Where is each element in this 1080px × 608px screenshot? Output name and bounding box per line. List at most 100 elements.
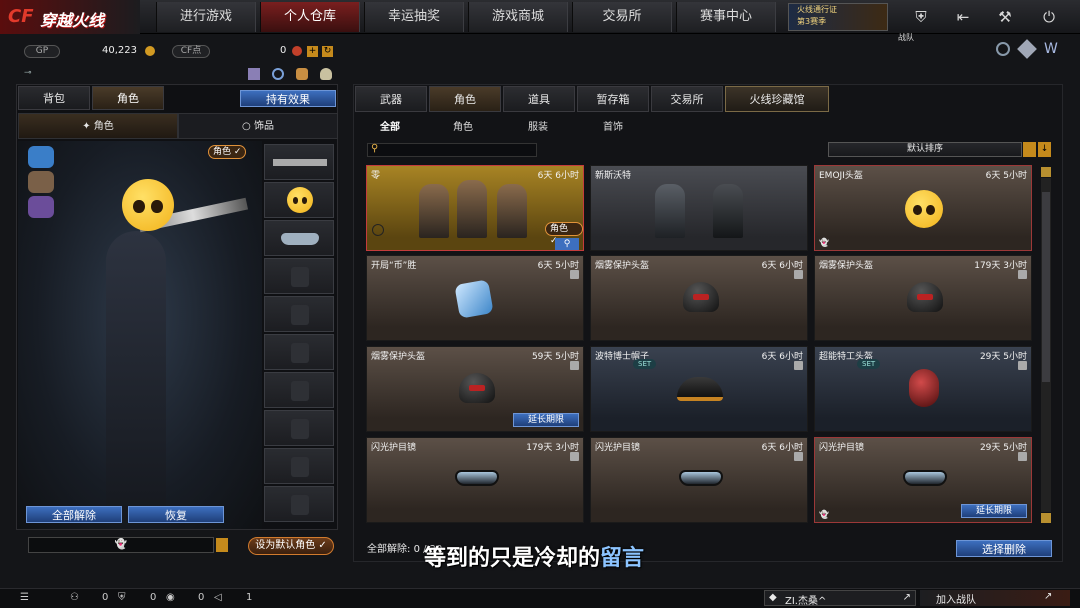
inventory-item-card[interactable]: 波特博士帽子 6天 6小时 SET <box>590 346 808 432</box>
slot-head[interactable] <box>264 182 334 218</box>
slot-hands[interactable] <box>264 372 334 408</box>
trash-icon[interactable] <box>794 361 803 370</box>
set-badge: SET <box>633 359 657 369</box>
chart-icon[interactable] <box>248 68 260 80</box>
slot-legs[interactable] <box>264 448 334 484</box>
scrollbar[interactable] <box>1041 178 1051 512</box>
shield-icon[interactable]: ⛨ <box>906 4 936 30</box>
boots-icon <box>291 495 309 515</box>
slot-back[interactable] <box>264 334 334 370</box>
search-input[interactable]: ⚲ <box>367 143 537 157</box>
rotate-icon[interactable] <box>272 68 284 80</box>
chat-user-entry[interactable]: ◆ ZI.杰桑^ ↗ <box>764 590 916 607</box>
inventory-item-card[interactable]: 闪光护目镜 29天 5小时 👻 延长期限 <box>814 437 1032 523</box>
tab-weapons[interactable]: 武器 <box>355 86 427 112</box>
filter-all[interactable]: 全部 <box>380 118 400 133</box>
inventory-item-card[interactable]: 烟雾保护头盔 179天 3小时 <box>814 255 1032 341</box>
inventory-item-card[interactable]: 开局“币”胜 6天 5小时 <box>366 255 584 341</box>
trash-icon[interactable] <box>794 270 803 279</box>
filter-role[interactable]: 角色 <box>453 118 473 133</box>
filter-jewelry[interactable]: 首饰 <box>603 118 623 133</box>
tab-roles[interactable]: 角色 <box>429 86 501 112</box>
trash-icon[interactable] <box>570 270 579 279</box>
globe-icon[interactable] <box>996 42 1010 56</box>
join-team-entry[interactable]: 加入战队 ↗ <box>920 590 1070 606</box>
trash-icon[interactable] <box>570 361 579 370</box>
expand-icon[interactable]: ↗ <box>1044 591 1052 602</box>
scrollbar-thumb[interactable] <box>1042 192 1050 382</box>
inventory-item-card[interactable]: 闪光护目镜 179天 3小时 <box>366 437 584 523</box>
trash-icon[interactable] <box>1018 452 1027 461</box>
wardrobe-icon[interactable] <box>296 68 308 80</box>
inventory-item-card[interactable]: 烟雾保护头盔 6天 6小时 <box>590 255 808 341</box>
bag-icon[interactable] <box>320 68 332 80</box>
list-icon[interactable] <box>216 538 228 552</box>
refresh-icon[interactable]: ↻ <box>322 46 333 57</box>
extend-button[interactable]: 延长期限 <box>513 413 579 427</box>
filter-clothing[interactable]: 服装 <box>528 118 548 133</box>
character-name-field[interactable]: 👻 <box>28 537 214 553</box>
nav-tab-exchange[interactable]: 交易所 <box>572 2 672 32</box>
nav-tab-lottery[interactable]: 幸运抽奖 <box>364 2 464 32</box>
speaker-icon[interactable]: ◁ <box>214 592 222 603</box>
slot-weapon[interactable] <box>264 144 334 180</box>
add-cf-button[interactable]: + <box>307 46 318 57</box>
list-view-icon[interactable] <box>1023 142 1036 157</box>
unequip-all-button[interactable]: 全部解除 <box>26 506 122 523</box>
wing-icon[interactable] <box>28 196 54 218</box>
tab-exchange[interactable]: 交易所 <box>651 86 723 112</box>
sort-dropdown[interactable]: 默认排序 <box>828 142 1022 157</box>
scroll-up-button[interactable] <box>1041 167 1051 177</box>
inventory-item-card[interactable]: 闪光护目镜 6天 6小时 <box>590 437 808 523</box>
trash-icon[interactable] <box>1018 361 1027 370</box>
menu-icon[interactable]: ☰ <box>20 592 29 603</box>
tab-collection[interactable]: 火线珍藏馆 <box>725 86 829 112</box>
nav-tab-play[interactable]: 进行游戏 <box>156 2 256 32</box>
fist-icon[interactable] <box>28 171 54 193</box>
emoji-head <box>122 179 174 231</box>
extend-button[interactable]: 延长期限 <box>961 504 1027 518</box>
trash-icon[interactable] <box>570 452 579 461</box>
slot-face[interactable] <box>264 258 334 294</box>
inventory-item-card[interactable]: EMOJI头盔 6天 5小时 👻 <box>814 165 1032 251</box>
slot-arm[interactable] <box>264 410 334 446</box>
cf-label: CF点 <box>172 45 210 58</box>
tab-storage[interactable]: 暂存箱 <box>577 86 649 112</box>
sort-order-icon[interactable]: ↓ <box>1038 142 1051 157</box>
nav-tab-events[interactable]: 赛事中心 <box>676 2 776 32</box>
slot-body[interactable] <box>264 296 334 332</box>
trash-icon[interactable] <box>794 452 803 461</box>
tab-backpack[interactable]: 背包 <box>18 86 90 110</box>
tab-character[interactable]: 角色 <box>92 86 164 110</box>
effects-button[interactable]: 持有效果 <box>240 90 336 107</box>
expand-icon[interactable]: ↗ <box>903 592 911 603</box>
slot-eyes[interactable] <box>264 220 334 256</box>
subtab-character[interactable]: ✦ 角色 <box>18 113 178 139</box>
inventory-item-card[interactable]: 烟雾保护头盔 59天 5小时 延长期限 <box>366 346 584 432</box>
friends-icon[interactable]: ⚇ <box>70 592 79 603</box>
inventory-item-card[interactable]: 超能特工头盔 29天 5小时 SET <box>814 346 1032 432</box>
tab-items[interactable]: 道具 <box>503 86 575 112</box>
magnify-icon[interactable]: ⚲ <box>555 238 579 250</box>
clan-icon[interactable]: ⛨ <box>118 592 126 603</box>
set-default-button[interactable]: 设为默认角色 ✓ <box>248 537 334 555</box>
select-delete-button[interactable]: 选择删除 <box>956 540 1052 557</box>
slot-boots[interactable] <box>264 486 334 522</box>
inventory-item-card[interactable]: 新斯沃特 <box>590 165 808 251</box>
w-logo-icon[interactable]: W <box>1044 41 1058 57</box>
bird-icon[interactable] <box>28 146 54 168</box>
nav-tab-shop[interactable]: 游戏商城 <box>468 2 568 32</box>
scroll-down-button[interactable] <box>1041 513 1051 523</box>
power-icon[interactable]: ⏻ <box>1034 4 1064 30</box>
tools-icon[interactable] <box>1017 39 1037 59</box>
character-preview[interactable] <box>18 141 262 529</box>
restore-button[interactable]: 恢复 <box>128 506 224 523</box>
nav-tab-warehouse[interactable]: 个人仓库 <box>260 2 360 32</box>
battle-pass-promo[interactable]: 火线通行证 第3赛季 <box>788 3 888 31</box>
trash-icon[interactable] <box>1018 270 1027 279</box>
chat-icon[interactable]: ◉ <box>166 592 175 603</box>
wrench-icon[interactable]: ⚒ <box>990 4 1020 30</box>
subtab-accessory[interactable]: ○ 饰品 <box>178 113 338 139</box>
inventory-item-card[interactable]: 零 6天 6小时 角色 ✓ ⚲ <box>366 165 584 251</box>
back-icon[interactable]: ⇤ <box>948 4 978 30</box>
